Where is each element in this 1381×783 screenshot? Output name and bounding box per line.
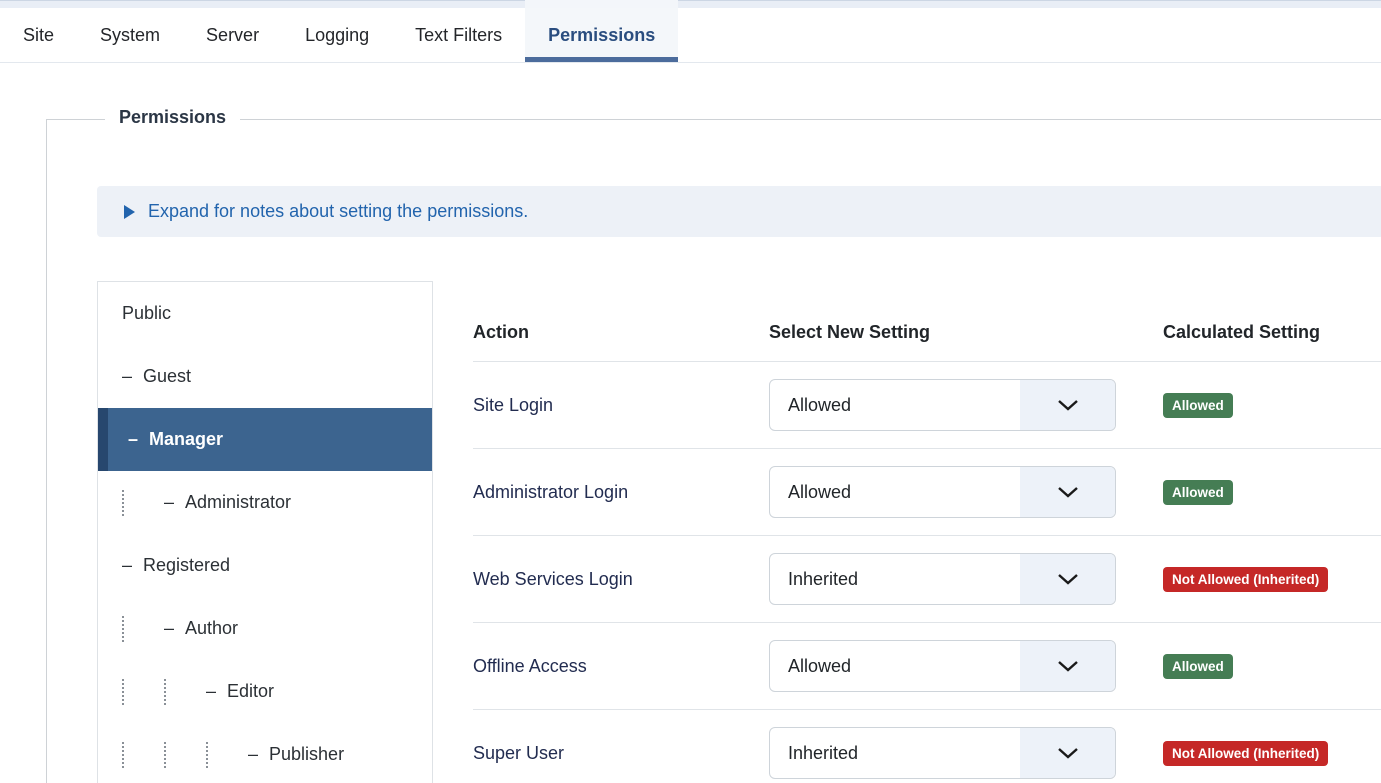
action-label[interactable]: Administrator Login — [473, 482, 628, 502]
table-row-super-user: Super User Inherited Not Allowed (Inheri… — [473, 709, 1381, 783]
group-label: Publisher — [269, 744, 344, 765]
permissions-fieldset: Permissions Expand for notes about setti… — [46, 119, 1381, 783]
table-row-site-login: Site Login Allowed Allowed — [473, 361, 1381, 448]
group-label: Editor — [227, 681, 274, 702]
tree-indent-dots — [206, 742, 248, 768]
depth-dash: – — [122, 555, 132, 576]
calculated-setting-badge: Not Allowed (Inherited) — [1163, 567, 1328, 592]
depth-dash: – — [128, 429, 138, 450]
column-header-action: Action — [473, 300, 769, 343]
chevron-down-icon — [1020, 380, 1115, 430]
action-label[interactable]: Site Login — [473, 395, 553, 415]
depth-dash: – — [122, 366, 132, 387]
depth-dash: – — [164, 492, 174, 513]
calculated-setting-badge: Not Allowed (Inherited) — [1163, 741, 1328, 766]
setting-select-value: Inherited — [770, 554, 1020, 604]
tab-system[interactable]: System — [77, 8, 183, 62]
group-label: Manager — [149, 429, 223, 450]
setting-select-value: Allowed — [770, 641, 1020, 691]
setting-select-value: Allowed — [770, 467, 1020, 517]
calculated-setting-badge: Allowed — [1163, 393, 1233, 418]
permissions-notes-toggle[interactable]: Expand for notes about setting the permi… — [97, 186, 1381, 237]
permissions-legend: Permissions — [105, 107, 240, 128]
triangle-right-icon — [124, 205, 135, 219]
group-item-registered[interactable]: – Registered — [98, 534, 432, 597]
tree-indent-dots — [122, 679, 164, 705]
tree-indent-dots — [164, 742, 206, 768]
action-label[interactable]: Super User — [473, 743, 564, 763]
depth-dash: – — [206, 681, 216, 702]
config-tab-bar: Site System Server Logging Text Filters … — [0, 8, 1381, 63]
chevron-down-icon — [1020, 641, 1115, 691]
tree-indent-dots — [122, 616, 164, 642]
group-item-author[interactable]: – Author — [98, 597, 432, 660]
group-item-administrator[interactable]: – Administrator — [98, 471, 432, 534]
tab-text-filters[interactable]: Text Filters — [392, 8, 525, 62]
user-group-list: Public – Guest – Manager – Administrator… — [97, 281, 433, 783]
tree-indent-dots — [122, 742, 164, 768]
setting-select-value: Inherited — [770, 728, 1020, 778]
table-row-web-services-login: Web Services Login Inherited Not Allowed… — [473, 535, 1381, 622]
setting-select[interactable]: Inherited — [769, 727, 1116, 779]
permissions-table: Action Select New Setting Calculated Set… — [473, 281, 1381, 783]
chevron-down-icon — [1020, 467, 1115, 517]
group-item-editor[interactable]: – Editor — [98, 660, 432, 723]
group-label: Guest — [143, 366, 191, 387]
calculated-setting-badge: Allowed — [1163, 480, 1233, 505]
notes-toggle-label: Expand for notes about setting the permi… — [148, 201, 528, 222]
group-label: Author — [185, 618, 238, 639]
setting-select[interactable]: Allowed — [769, 379, 1116, 431]
tab-logging[interactable]: Logging — [282, 8, 392, 62]
action-label[interactable]: Web Services Login — [473, 569, 633, 589]
group-item-guest[interactable]: – Guest — [98, 345, 432, 408]
setting-select[interactable]: Allowed — [769, 466, 1116, 518]
table-row-administrator-login: Administrator Login Allowed Allowed — [473, 448, 1381, 535]
column-header-select-new-setting: Select New Setting — [769, 300, 1163, 343]
tree-indent-dots — [122, 490, 164, 516]
setting-select[interactable]: Inherited — [769, 553, 1116, 605]
tab-server[interactable]: Server — [183, 8, 282, 62]
tree-indent-dots — [164, 679, 206, 705]
action-label[interactable]: Offline Access — [473, 656, 587, 676]
depth-dash: – — [164, 618, 174, 639]
column-header-calculated-setting: Calculated Setting — [1163, 300, 1381, 343]
permissions-table-header: Action Select New Setting Calculated Set… — [473, 281, 1381, 361]
chevron-down-icon — [1020, 728, 1115, 778]
group-label: Registered — [143, 555, 230, 576]
tab-site[interactable]: Site — [0, 8, 77, 62]
table-row-offline-access: Offline Access Allowed Allowed — [473, 622, 1381, 709]
setting-select-value: Allowed — [770, 380, 1020, 430]
group-item-publisher[interactable]: – Publisher — [98, 723, 432, 783]
top-strip — [0, 0, 1381, 8]
chevron-down-icon — [1020, 554, 1115, 604]
depth-dash: – — [248, 744, 258, 765]
setting-select[interactable]: Allowed — [769, 640, 1116, 692]
group-label: Public — [122, 303, 171, 324]
tab-permissions[interactable]: Permissions — [525, 8, 678, 62]
group-item-manager[interactable]: – Manager — [98, 408, 432, 471]
group-item-public[interactable]: Public — [98, 282, 432, 345]
calculated-setting-badge: Allowed — [1163, 654, 1233, 679]
group-label: Administrator — [185, 492, 291, 513]
